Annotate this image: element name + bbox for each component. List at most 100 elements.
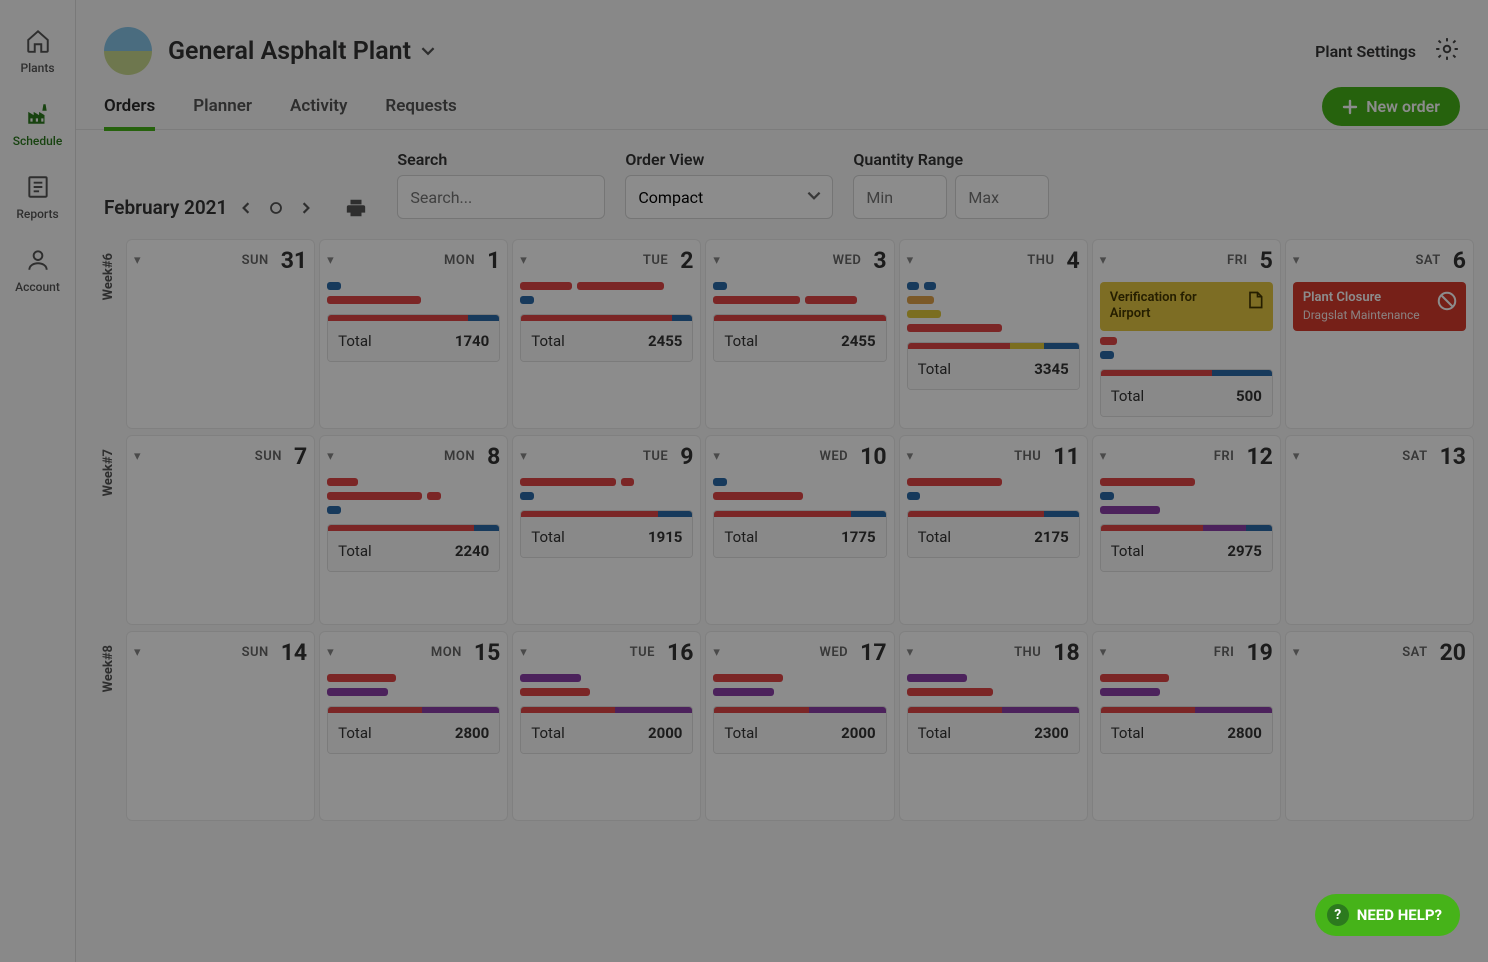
day-note[interactable]: Plant ClosureDragslat Maintenance <box>1293 282 1466 331</box>
week-label: Week#7 <box>90 435 126 625</box>
print-button[interactable] <box>345 197 367 219</box>
day-cell[interactable]: ▾ SAT 6 Plant ClosureDragslat Maintenanc… <box>1285 239 1474 429</box>
day-total: Total2300 <box>907 706 1080 754</box>
order-view-select[interactable] <box>625 175 833 219</box>
tab-requests[interactable]: Requests <box>385 84 456 130</box>
prev-month-button[interactable] <box>235 197 257 219</box>
search-input[interactable] <box>397 175 605 219</box>
day-cell[interactable]: ▾ WED 17 Total2000 <box>705 631 894 821</box>
order-bars <box>1100 337 1273 359</box>
day-menu-button[interactable]: ▾ <box>1100 253 1107 268</box>
day-note[interactable]: Verification for Airport <box>1100 282 1273 331</box>
day-cell[interactable]: ▾ MON 1 Total1740 <box>319 239 508 429</box>
user-icon <box>25 247 51 276</box>
day-of-week: TUE <box>643 449 668 464</box>
day-cell[interactable]: ▾ WED 3 Total2455 <box>705 239 894 429</box>
day-number: 3 <box>873 247 886 274</box>
new-order-button[interactable]: New order <box>1322 87 1460 126</box>
qty-min-input[interactable] <box>853 175 947 219</box>
day-cell[interactable]: ▾ WED 10 Total1775 <box>705 435 894 625</box>
day-cell[interactable]: ▾ FRI 19 Total2800 <box>1092 631 1281 821</box>
plant-name-dropdown[interactable]: General Asphalt Plant <box>168 37 435 66</box>
day-menu-button[interactable]: ▾ <box>520 253 527 268</box>
factory-icon <box>25 101 51 130</box>
week-label: Week#6 <box>90 239 126 429</box>
day-cell[interactable]: ▾ SAT 20 <box>1285 631 1474 821</box>
day-total: Total1775 <box>713 510 886 558</box>
day-cell[interactable]: ▾ SAT 13 <box>1285 435 1474 625</box>
day-cell[interactable]: ▾ FRI 12 Total2975 <box>1092 435 1281 625</box>
day-total: Total2000 <box>520 706 693 754</box>
help-button[interactable]: ? NEED HELP? <box>1315 894 1460 936</box>
day-number: 7 <box>294 443 307 470</box>
tabs: Orders Planner Activity Requests New order <box>76 84 1488 130</box>
sidebar-item-plants[interactable]: Plants <box>2 14 74 87</box>
day-cell[interactable]: ▾ SUN 31 <box>126 239 315 429</box>
day-total: Total3345 <box>907 342 1080 390</box>
sidebar-item-reports[interactable]: Reports <box>2 160 74 233</box>
sidebar-item-account[interactable]: Account <box>2 233 74 306</box>
day-menu-button[interactable]: ▾ <box>907 645 914 660</box>
filter-bar: February 2021 Search Order View <box>76 130 1488 233</box>
plant-settings-link[interactable]: Plant Settings <box>1315 42 1416 61</box>
plant-avatar[interactable] <box>104 27 152 75</box>
day-cell[interactable]: ▾ SUN 14 <box>126 631 315 821</box>
day-number: 31 <box>281 247 307 274</box>
tab-activity[interactable]: Activity <box>290 84 347 130</box>
day-menu-button[interactable]: ▾ <box>327 645 334 660</box>
doc-icon <box>1245 290 1265 315</box>
day-number: 17 <box>860 639 886 666</box>
day-menu-button[interactable]: ▾ <box>1100 449 1107 464</box>
day-of-week: WED <box>819 645 848 660</box>
day-cell[interactable]: ▾ TUE 16 Total2000 <box>512 631 701 821</box>
day-menu-button[interactable]: ▾ <box>1293 449 1300 464</box>
day-menu-button[interactable]: ▾ <box>713 253 720 268</box>
day-cell[interactable]: ▾ THU 11 Total2175 <box>899 435 1088 625</box>
day-menu-button[interactable]: ▾ <box>327 449 334 464</box>
day-menu-button[interactable]: ▾ <box>520 449 527 464</box>
sidebar-item-schedule[interactable]: Schedule <box>2 87 74 160</box>
gear-icon[interactable] <box>1434 36 1460 66</box>
day-cell[interactable]: ▾ THU 18 Total2300 <box>899 631 1088 821</box>
next-month-button[interactable] <box>295 197 317 219</box>
day-cell[interactable]: ▾ FRI 5 Verification for Airport Total50… <box>1092 239 1281 429</box>
day-menu-button[interactable]: ▾ <box>1293 645 1300 660</box>
plus-icon <box>1342 99 1358 115</box>
day-of-week: MON <box>444 449 475 464</box>
block-icon <box>1436 290 1458 317</box>
order-bars <box>907 282 1080 332</box>
day-menu-button[interactable]: ▾ <box>907 449 914 464</box>
day-menu-button[interactable]: ▾ <box>1293 253 1300 268</box>
day-total: Total2975 <box>1100 524 1273 572</box>
day-number: 1 <box>487 247 500 274</box>
day-of-week: FRI <box>1214 645 1235 660</box>
day-cell[interactable]: ▾ MON 8 Total2240 <box>319 435 508 625</box>
day-menu-button[interactable]: ▾ <box>134 253 141 268</box>
day-cell[interactable]: ▾ MON 15 Total2800 <box>319 631 508 821</box>
day-menu-button[interactable]: ▾ <box>1100 645 1107 660</box>
day-menu-button[interactable]: ▾ <box>907 253 914 268</box>
day-number: 16 <box>667 639 693 666</box>
qty-max-input[interactable] <box>955 175 1049 219</box>
day-menu-button[interactable]: ▾ <box>713 645 720 660</box>
day-menu-button[interactable]: ▾ <box>520 645 527 660</box>
day-total: Total2455 <box>713 314 886 362</box>
day-cell[interactable]: ▾ TUE 9 Total1915 <box>512 435 701 625</box>
order-bars <box>520 674 693 696</box>
tab-planner[interactable]: Planner <box>193 84 252 130</box>
day-cell[interactable]: ▾ SUN 7 <box>126 435 315 625</box>
day-number: 19 <box>1246 639 1272 666</box>
day-number: 10 <box>860 443 886 470</box>
day-menu-button[interactable]: ▾ <box>713 449 720 464</box>
chevron-down-icon <box>421 44 435 58</box>
day-of-week: FRI <box>1214 449 1235 464</box>
day-number: 4 <box>1067 247 1080 274</box>
day-menu-button[interactable]: ▾ <box>327 253 334 268</box>
day-cell[interactable]: ▾ TUE 2 Total2455 <box>512 239 701 429</box>
day-menu-button[interactable]: ▾ <box>134 449 141 464</box>
day-menu-button[interactable]: ▾ <box>134 645 141 660</box>
day-cell[interactable]: ▾ THU 4 Total3345 <box>899 239 1088 429</box>
day-number: 15 <box>474 639 500 666</box>
tab-orders[interactable]: Orders <box>104 84 155 130</box>
today-button[interactable] <box>265 197 287 219</box>
